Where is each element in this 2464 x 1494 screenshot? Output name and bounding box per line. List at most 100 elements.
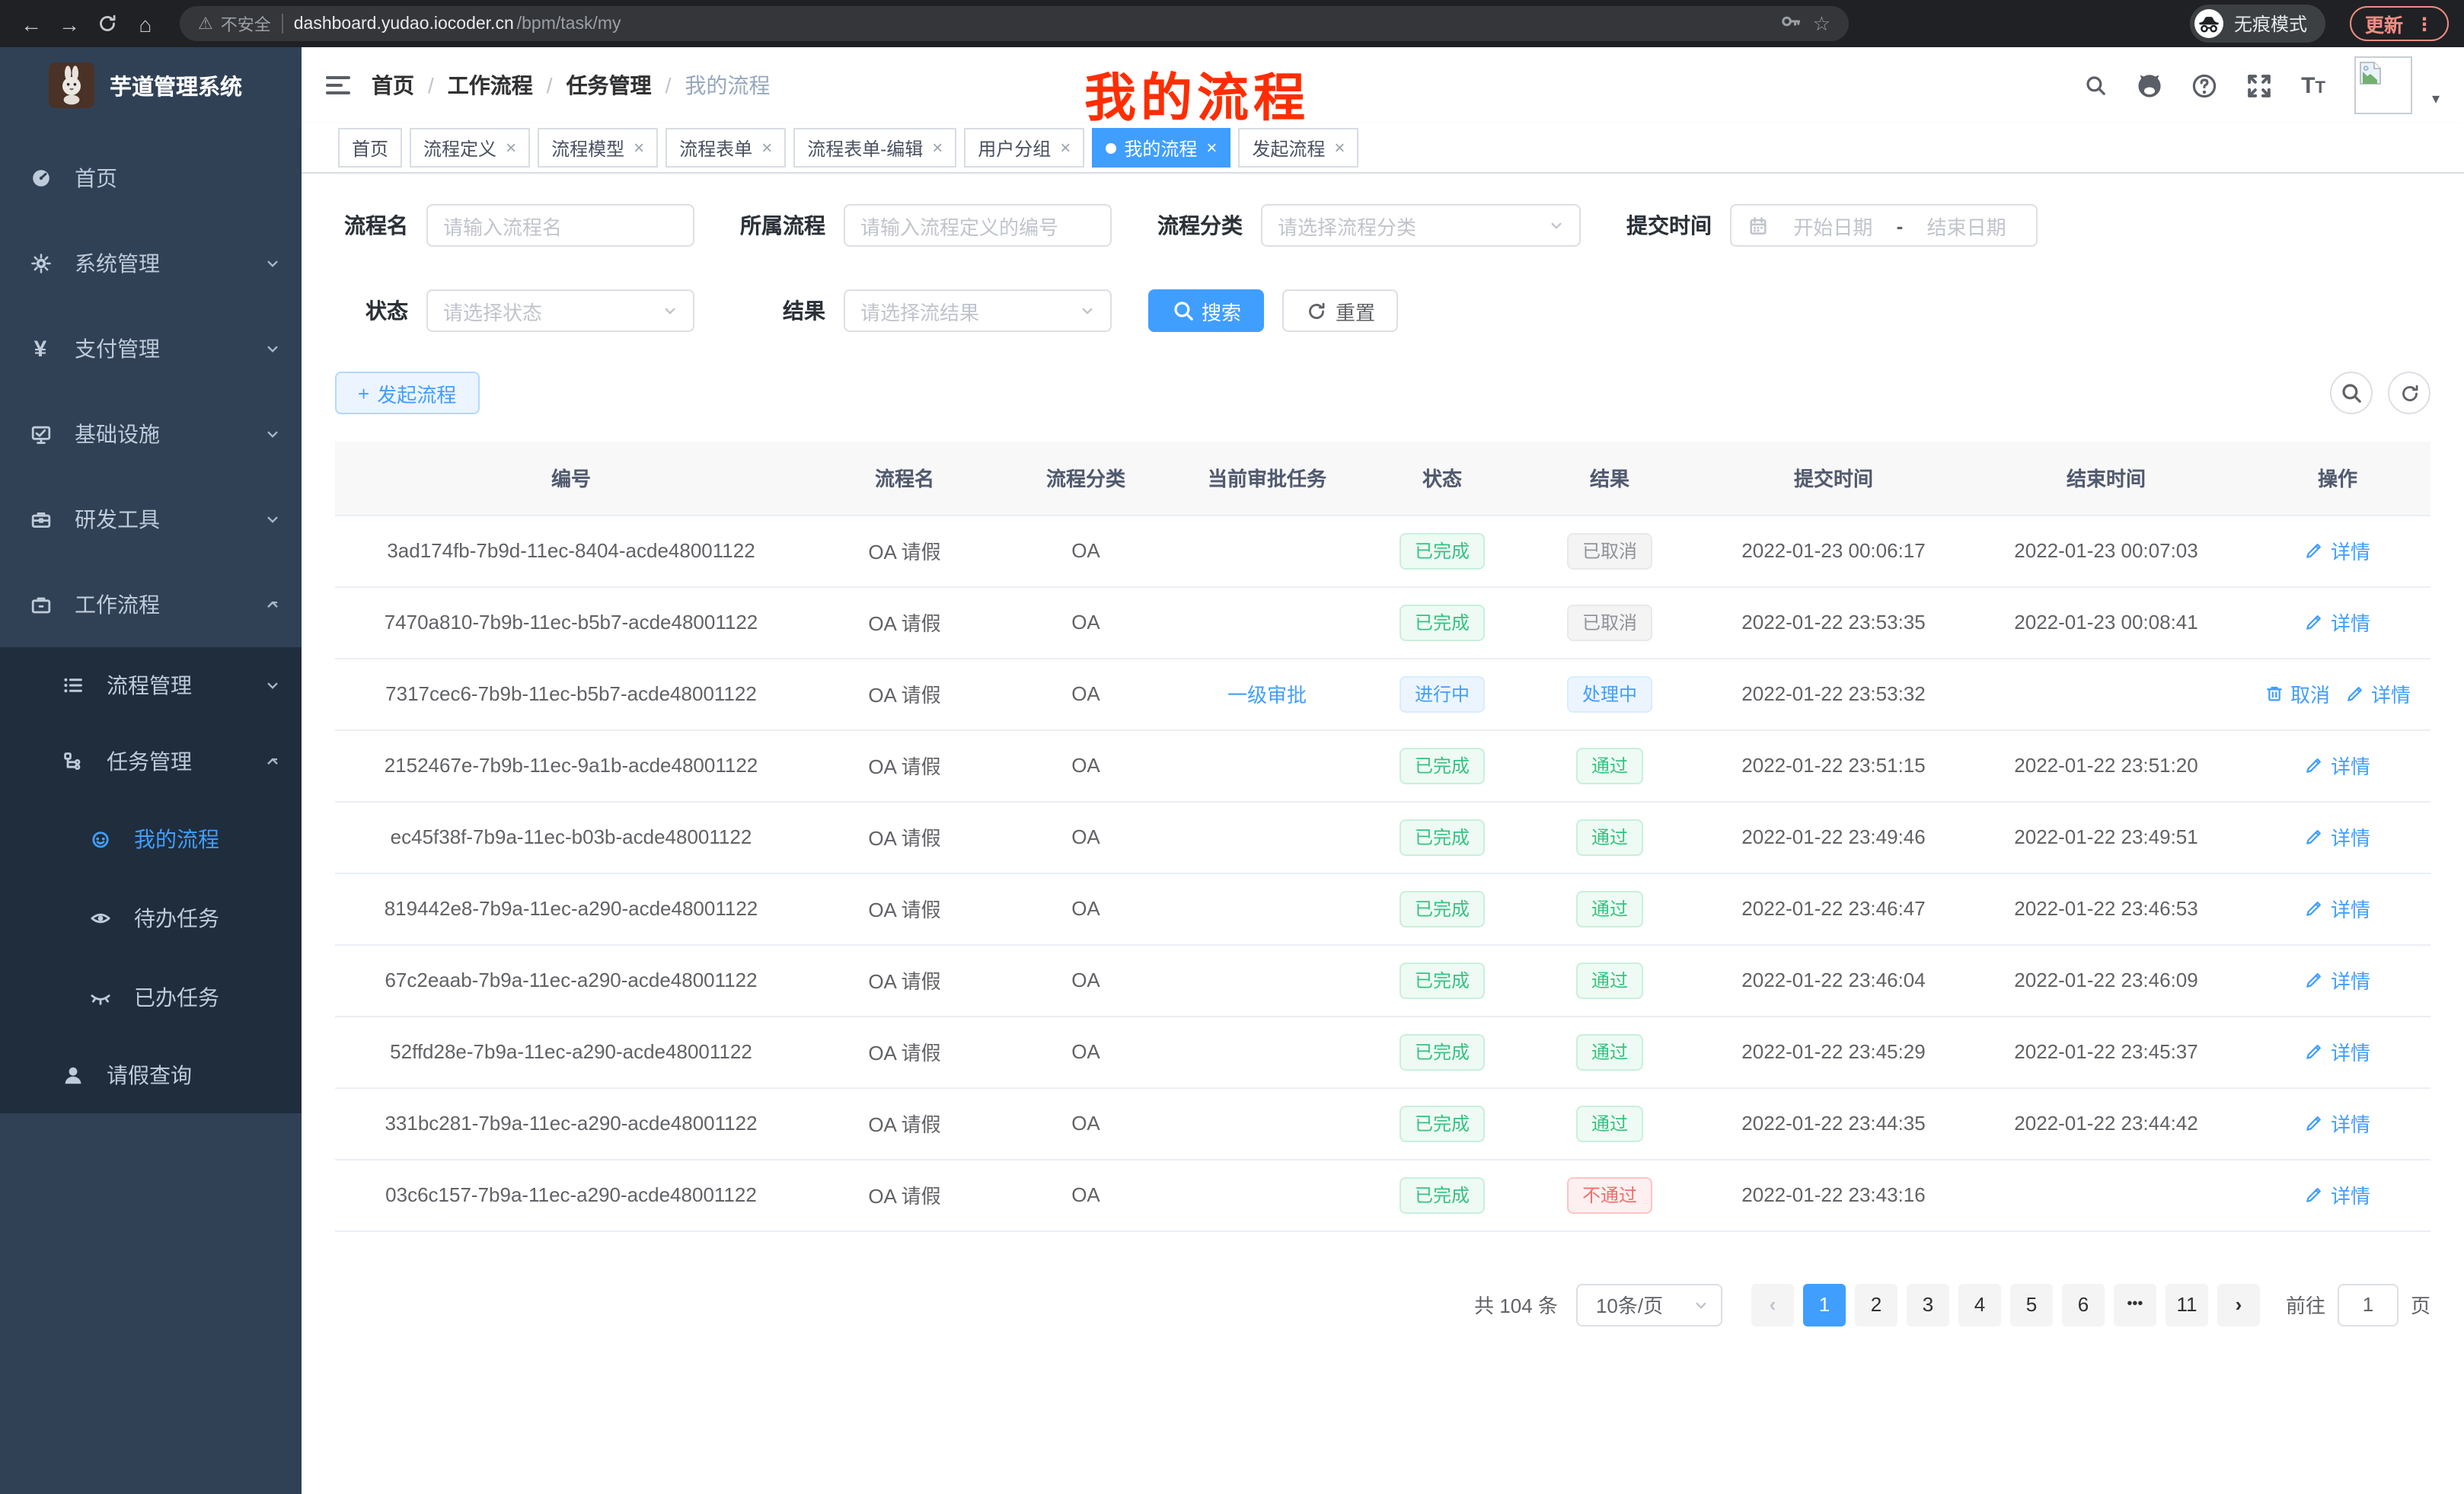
page-content: 流程名 请输入流程名 所属流程 请输入流程定义的编号 流程分类 请选择流程分类 … [302,174,2464,1494]
cell-status: 已完成 [1364,801,1520,873]
page-button-6[interactable]: 6 [2062,1283,2105,1326]
browser-reload-icon[interactable] [91,8,123,40]
sidebar-item-my-process[interactable]: 我的流程 [0,800,302,879]
edit-icon [2305,1185,2325,1205]
breadcrumb-item[interactable]: 工作流程 [448,70,533,101]
close-icon[interactable]: × [1060,137,1071,158]
browser-update-button[interactable]: 更新 ⋮ [2350,6,2449,41]
url-host: dashboard.yudao.iocoder.cn [294,14,514,33]
show-search-button[interactable] [2330,372,2373,414]
refresh-list-button[interactable] [2388,372,2430,414]
sidebar-item-process-management[interactable]: 流程管理 [0,647,302,723]
fullscreen-icon[interactable] [2246,72,2272,98]
goto-page-input[interactable]: 1 [2338,1283,2399,1326]
status-tag: 已完成 [1400,604,1485,640]
font-size-icon[interactable]: TT [2301,72,2325,98]
address-bar[interactable]: ⚠不安全 dashboard.yudao.iocoder.cn/bpm/task… [180,6,1849,41]
detail-link[interactable]: 详情 [2305,608,2370,637]
sidebar-item-system[interactable]: 系统管理 [0,221,302,306]
sidebar-item-home[interactable]: 首页 [0,136,302,221]
eye-icon [88,907,111,930]
tab-home[interactable]: 首页 [338,128,402,168]
cell-id: 52ffd28e-7b9a-11ec-a290-acde48001122 [335,1016,807,1087]
process-name-input[interactable]: 请输入流程名 [426,204,694,247]
page-button-5[interactable]: 5 [2010,1283,2053,1326]
chevron-down-icon[interactable]: ▾ [2432,91,2440,107]
hamburger-icon[interactable] [326,76,350,94]
avatar[interactable] [2354,56,2412,114]
detail-link[interactable]: 详情 [2305,1109,2370,1138]
sidebar-item-workflow[interactable]: 工作流程 [0,562,302,647]
close-icon[interactable]: × [761,137,772,158]
status-select[interactable]: 请选择状态 [426,289,694,332]
github-icon[interactable] [2137,72,2162,98]
reset-button[interactable]: 重置 [1282,289,1398,332]
sidebar-item-payment[interactable]: ¥支付管理 [0,306,302,391]
sidebar-item-leave-query[interactable]: 请假查询 [0,1037,302,1113]
column-header: 当前审批任务 [1170,442,1364,515]
status-tag: 已完成 [1400,1033,1485,1070]
browser-forward-icon[interactable]: → [53,8,85,40]
sidebar-item-dev-tools[interactable]: 研发工具 [0,477,302,562]
tab-process-form-edit[interactable]: 流程表单-编辑× [793,128,956,168]
cancel-link[interactable]: 取消 [2265,679,2330,708]
bookmark-star-icon[interactable]: ☆ [1813,11,1830,36]
cell-actions: 详情 [2245,801,2430,873]
detail-link[interactable]: 详情 [2305,894,2370,923]
process-category-select[interactable]: 请选择流程分类 [1261,204,1581,247]
close-icon[interactable]: × [634,137,644,158]
close-icon[interactable]: × [932,137,943,158]
app-logo-row[interactable]: 芋道管理系统 [0,47,302,123]
cell-result: 处理中 [1520,658,1700,729]
help-icon[interactable] [2191,72,2217,98]
page-button-4[interactable]: 4 [1958,1283,2001,1326]
breadcrumb-item[interactable]: 任务管理 [567,70,652,101]
tab-user-group[interactable]: 用户分组× [964,128,1084,168]
detail-link[interactable]: 详情 [2305,822,2370,851]
close-icon[interactable]: × [1206,137,1217,158]
tab-my-process[interactable]: 我的流程× [1092,128,1230,168]
detail-link[interactable]: 详情 [2305,536,2370,565]
page-button-2[interactable]: 2 [1855,1283,1897,1326]
detail-link[interactable]: 详情 [2345,679,2411,708]
sidebar-item-infrastructure[interactable]: 基础设施 [0,391,302,477]
security-warning[interactable]: ⚠不安全 [198,11,271,36]
tab-process-model[interactable]: 流程模型 × [538,128,658,168]
page-ellipsis[interactable]: ••• [2114,1283,2156,1326]
cell-id: ec45f38f-7b9a-11ec-b03b-acde48001122 [335,801,807,873]
detail-link[interactable]: 详情 [2305,1180,2370,1209]
cell-current-task [1170,1016,1364,1087]
next-page-button[interactable]: › [2217,1283,2260,1326]
browser-back-icon[interactable]: ← [15,8,47,40]
result-tag: 处理中 [1567,675,1652,712]
sidebar-item-task-management[interactable]: 任务管理 [0,723,302,800]
browser-menu-icon[interactable]: ⋮ [2415,13,2434,34]
tab-process-form[interactable]: 流程表单× [665,128,786,168]
process-definition-input[interactable]: 请输入流程定义的编号 [844,204,1112,247]
close-icon[interactable]: × [1334,137,1345,158]
page-button-11[interactable]: 11 [2166,1283,2208,1326]
tab-start-process[interactable]: 发起流程× [1238,128,1358,168]
sidebar-item-done-tasks[interactable]: 已办任务 [0,958,302,1037]
page-size-select[interactable]: 10条/页 [1576,1283,1722,1326]
create-process-button[interactable]: +发起流程 [335,372,479,414]
search-icon[interactable] [2082,72,2108,98]
detail-link[interactable]: 详情 [2305,1037,2370,1066]
sidebar-item-todo-tasks[interactable]: 待办任务 [0,879,302,958]
cell-current-task [1170,944,1364,1016]
breadcrumb-item[interactable]: 首页 [372,70,414,101]
result-select[interactable]: 请选择流结果 [844,289,1112,332]
browser-home-icon[interactable]: ⌂ [129,8,161,40]
page-button-1[interactable]: 1 [1803,1283,1846,1326]
search-button[interactable]: 搜索 [1148,289,1264,332]
close-icon[interactable]: × [506,137,516,158]
prev-page-button[interactable]: ‹ [1751,1283,1794,1326]
tab-process-definition[interactable]: 流程定义× [410,128,530,168]
detail-link[interactable]: 详情 [2305,751,2370,780]
tab-label: 流程模型 [551,135,624,161]
password-key-icon[interactable] [1781,11,1802,37]
task-link[interactable]: 一级审批 [1227,679,1307,708]
page-button-3[interactable]: 3 [1907,1283,1949,1326]
detail-link[interactable]: 详情 [2305,966,2370,994]
submit-time-range-picker[interactable]: 开始日期 - 结束日期 [1730,204,2038,247]
